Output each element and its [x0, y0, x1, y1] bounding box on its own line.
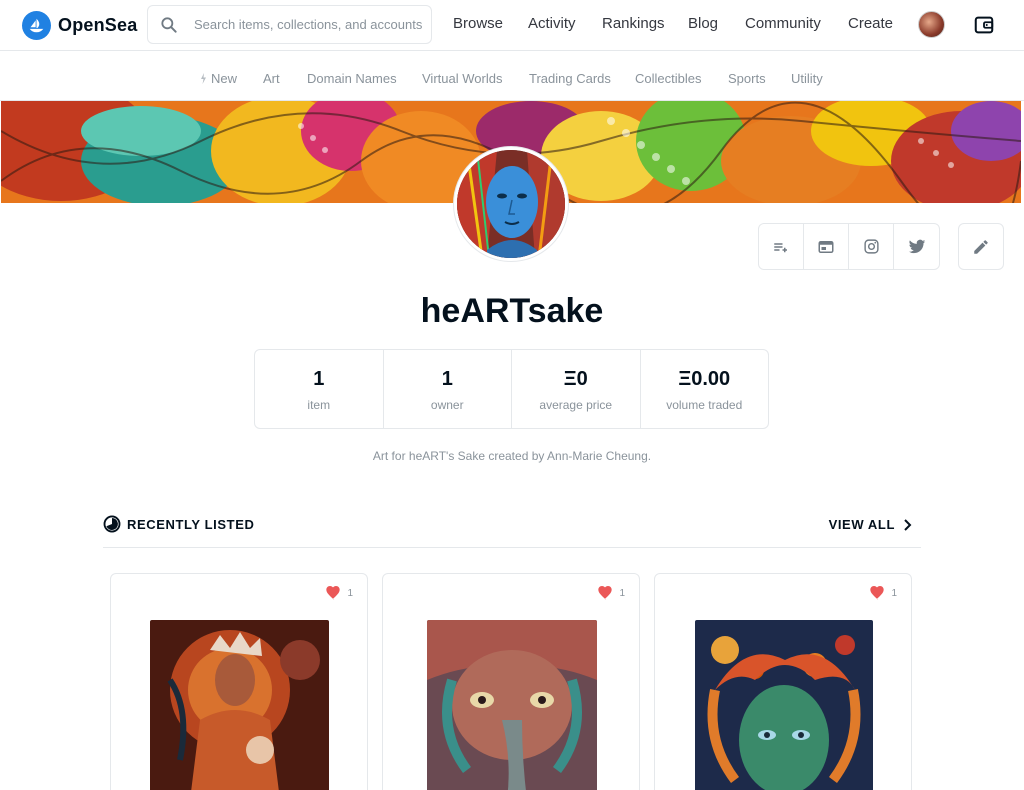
opensea-logo-icon [22, 11, 51, 40]
collection-name: heARTsake [420, 292, 604, 330]
nav-create[interactable]: Create [848, 15, 893, 32]
stat-value: Ξ0 [563, 368, 588, 390]
nav-activity[interactable]: Activity [528, 15, 576, 32]
stat-items[interactable]: 1 item [255, 350, 384, 428]
edit-collection-button[interactable] [958, 223, 1004, 270]
activity-button[interactable] [759, 224, 804, 269]
social-links [758, 223, 940, 270]
category-domain-names[interactable]: Domain Names [307, 71, 397, 86]
opensea-logo[interactable]: OpenSea [22, 11, 137, 40]
category-trading-cards[interactable]: Trading Cards [529, 71, 611, 86]
pencil-icon [974, 239, 988, 254]
heart-icon [326, 586, 341, 600]
sparkle-icon [201, 73, 206, 84]
website-button[interactable] [804, 224, 849, 269]
instagram-button[interactable] [849, 224, 894, 269]
recently-listed-header: RECENTLY LISTED VIEW ALL [103, 514, 921, 548]
nav-community[interactable]: Community [745, 15, 821, 32]
category-sports[interactable]: Sports [728, 71, 766, 86]
instagram-icon [863, 239, 879, 254]
heart-icon [870, 586, 885, 600]
stat-owners[interactable]: 1 owner [384, 350, 512, 428]
like-count: 1 [347, 587, 353, 599]
stat-value: Ξ0.00 [678, 368, 731, 390]
stat-label: volume traded [666, 398, 743, 412]
asset-card[interactable]: 1 [382, 573, 640, 790]
user-avatar[interactable] [918, 11, 945, 38]
collection-description: Art for heART's Sake created by Ann-Mari… [372, 449, 652, 463]
playlist-icon [774, 242, 787, 252]
search-bar[interactable] [147, 5, 432, 44]
asset-image[interactable] [150, 620, 329, 790]
recent-icon [103, 515, 121, 533]
asset-card[interactable]: 1 [654, 573, 912, 790]
asset-image[interactable] [427, 620, 597, 790]
twitter-button[interactable] [894, 224, 939, 269]
category-new-label: New [211, 71, 238, 86]
asset-image[interactable] [695, 620, 873, 790]
stat-value: 1 [441, 368, 453, 390]
category-art[interactable]: Art [263, 71, 280, 86]
stat-volume-traded: Ξ0.00 volume traded [641, 350, 769, 428]
like-button[interactable]: 1 [597, 586, 625, 600]
view-all-link[interactable]: VIEW ALL [829, 517, 913, 532]
twitter-icon [908, 239, 925, 253]
category-utility[interactable]: Utility [791, 71, 823, 86]
like-button[interactable]: 1 [869, 586, 897, 600]
nav-rankings[interactable]: Rankings [602, 15, 665, 32]
search-icon [161, 16, 177, 33]
search-input[interactable] [194, 17, 424, 32]
wallet-icon[interactable] [973, 14, 995, 36]
chevron-right-icon [904, 518, 912, 531]
stat-label: item [307, 398, 331, 412]
category-new[interactable]: New [200, 71, 237, 86]
stat-label: average price [539, 398, 613, 412]
asset-card[interactable]: 1 [110, 573, 368, 790]
section-title: RECENTLY LISTED [127, 517, 255, 532]
nav-browse[interactable]: Browse [453, 15, 503, 32]
collection-avatar [454, 147, 568, 261]
collection-stats: 1 item 1 owner Ξ0 average price Ξ0.00 vo… [254, 349, 769, 429]
stat-value: 1 [313, 368, 325, 390]
website-icon [818, 240, 834, 253]
like-count: 1 [891, 587, 897, 599]
like-count: 1 [619, 587, 625, 599]
nav-blog[interactable]: Blog [688, 15, 718, 32]
view-all-label: VIEW ALL [828, 517, 895, 532]
category-virtual-worlds[interactable]: Virtual Worlds [422, 71, 502, 86]
heart-icon [598, 586, 613, 600]
top-nav: OpenSea Browse Activity Rankings Blog Co… [0, 0, 1024, 51]
category-collectibles[interactable]: Collectibles [635, 71, 701, 86]
stat-average-price: Ξ0 average price [512, 350, 641, 428]
like-button[interactable]: 1 [325, 586, 353, 600]
logo-text: OpenSea [58, 15, 138, 35]
stat-label: owner [430, 398, 464, 412]
category-nav: New Art Domain Names Virtual Worlds Trad… [0, 57, 1024, 101]
